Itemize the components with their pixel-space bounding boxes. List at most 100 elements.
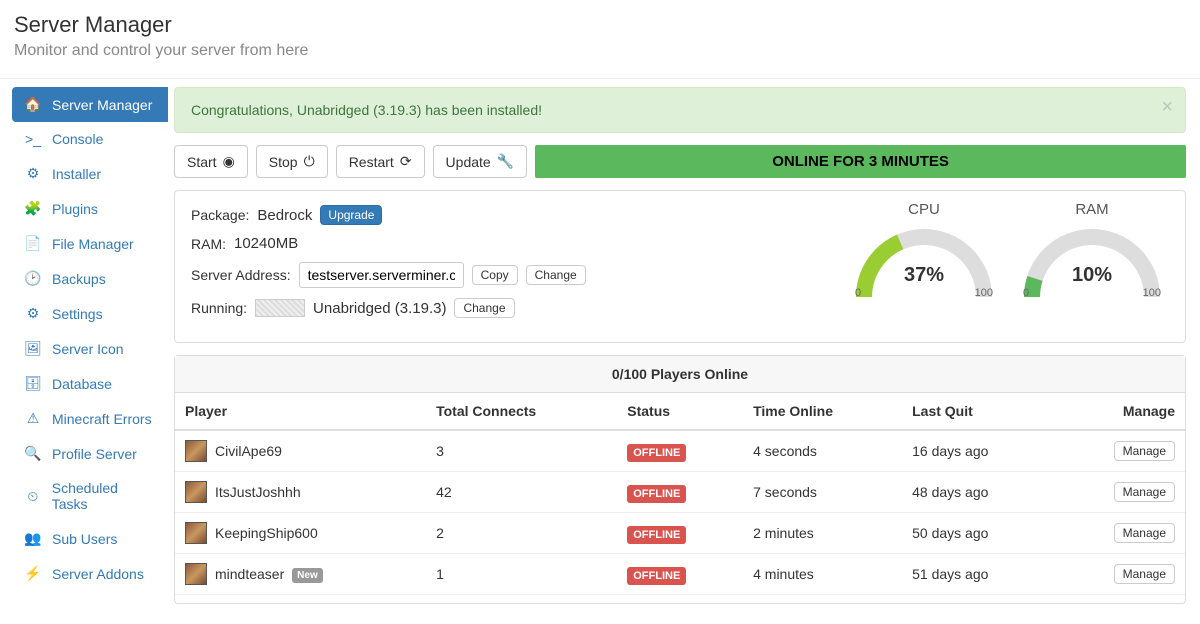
sidebar-item-sub-users[interactable]: 👥 Sub Users [12, 521, 168, 556]
sidebar-item-label: Installer [52, 166, 101, 182]
manage-button[interactable]: Manage [1114, 441, 1175, 461]
sidebar-item-settings[interactable]: ⚙ Settings [12, 296, 168, 331]
change-address-button[interactable]: Change [526, 265, 586, 285]
ram-gauge: RAM 10% 0100 [1017, 201, 1167, 336]
puzzle-icon: 🧩 [24, 200, 42, 217]
manage-button[interactable]: Manage [1114, 482, 1175, 502]
start-button[interactable]: Start ◉ [174, 145, 248, 178]
avatar [185, 563, 207, 585]
connects-cell: 1 [426, 554, 617, 595]
cpu-gauge: CPU 37% 0100 [849, 201, 999, 336]
sidebar-item-plugins[interactable]: 🧩 Plugins [12, 191, 168, 226]
bolt-icon: ⚡ [24, 565, 42, 582]
status-badge: OFFLINE [627, 526, 686, 544]
col-manage: Manage [1055, 393, 1185, 430]
sidebar-item-label: Sub Users [52, 531, 117, 547]
wrench-icon: 🔧 [497, 153, 514, 170]
stop-button[interactable]: Stop ⏻ [256, 145, 328, 178]
sidebar-item-database[interactable]: 🗄 Database [12, 366, 168, 401]
sidebar-item-label: Server Manager [52, 97, 152, 113]
sidebar-item-minecraft-errors[interactable]: ⚠Minecraft Errors [12, 401, 168, 436]
image-icon: 🖼 [24, 340, 42, 357]
close-icon[interactable]: × [1161, 96, 1173, 119]
address-input[interactable] [299, 262, 464, 288]
play-icon: ◉ [223, 153, 235, 170]
sidebar-item-server-manager[interactable]: 🏠Server Manager [12, 87, 168, 122]
sidebar-item-label: Server Addons [52, 566, 144, 582]
player-name: CivilApe69 [215, 443, 282, 459]
running-value: Unabridged (3.19.3) [313, 300, 446, 317]
alert-text: Congratulations, Unabridged (3.19.3) has… [191, 102, 542, 118]
schedule-icon: ⏲ [24, 488, 42, 505]
sidebar-item-label: Console [52, 131, 103, 147]
sidebar-item-label: Settings [52, 306, 103, 322]
sidebar-item-installer[interactable]: ⚙Installer [12, 156, 168, 191]
players-table-scroll[interactable]: Player Total Connects Status Time Online… [175, 393, 1185, 603]
sidebar-item-server-addons[interactable]: ⚡ Server Addons [12, 556, 168, 591]
players-panel: 0/100 Players Online Player Total Connec… [174, 355, 1186, 604]
sidebar-item-server-icon[interactable]: 🖼 Server Icon [12, 331, 168, 366]
col-status: Status [617, 393, 743, 430]
status-badge: OFFLINE [627, 444, 686, 462]
table-row: ItsJustJoshhh42OFFLINE7 seconds48 days a… [175, 472, 1185, 513]
power-icon: ⏻ [304, 153, 315, 170]
running-label: Running: [191, 300, 247, 316]
refresh-icon: ⟳ [400, 153, 412, 170]
copy-button[interactable]: Copy [472, 265, 518, 285]
sidebar-item-scheduled-tasks[interactable]: ⏲Scheduled Tasks [12, 471, 168, 521]
package-label: Package: [191, 207, 249, 223]
terminal-icon: >_ [24, 131, 42, 147]
package-value: Bedrock [257, 207, 312, 224]
address-label: Server Address: [191, 267, 291, 283]
db-icon: 🗄 [24, 375, 42, 392]
player-name: mindteaser [215, 566, 284, 582]
sidebar-item-label: Backups [52, 271, 106, 287]
manage-button[interactable]: Manage [1114, 523, 1175, 543]
manage-button[interactable]: Manage [1114, 564, 1175, 584]
sidebar-item-label: File Manager [52, 236, 134, 252]
sidebar-item-label: Database [52, 376, 112, 392]
players-header: 0/100 Players Online [175, 356, 1185, 393]
upgrade-button[interactable]: Upgrade [320, 205, 382, 225]
running-thumbnail [255, 299, 305, 317]
sidebar-item-backups[interactable]: 🕑 Backups [12, 261, 168, 296]
sidebar-item-file-manager[interactable]: 📄 File Manager [12, 226, 168, 261]
clock-icon: 🕑 [24, 270, 42, 287]
table-row [175, 595, 1185, 604]
sidebar-item-profile-server[interactable]: 🔍Profile Server [12, 436, 168, 471]
table-row: mindteaser New1OFFLINE4 minutes51 days a… [175, 554, 1185, 595]
avatar [185, 481, 207, 503]
warn-icon: ⚠ [24, 410, 42, 427]
users-icon: 👥 [24, 530, 42, 547]
last-cell: 16 days ago [902, 430, 1055, 472]
connects-cell: 2 [426, 513, 617, 554]
online-status-bar: ONLINE FOR 3 MINUTES [535, 145, 1186, 178]
server-info-panel: Package: Bedrock Upgrade RAM: 10240MB Se… [174, 190, 1186, 343]
sidebar-item-label: Server Icon [52, 341, 124, 357]
sidebar-item-label: Profile Server [52, 446, 137, 462]
gauges: CPU 37% 0100 RAM 1 [831, 191, 1185, 342]
table-row: CivilApe693OFFLINE4 seconds16 days agoMa… [175, 430, 1185, 472]
sidebar-item-console[interactable]: >_ Console [12, 122, 168, 156]
update-button[interactable]: Update 🔧 [433, 145, 528, 178]
col-time: Time Online [743, 393, 902, 430]
server-toolbar: Start ◉ Stop ⏻ Restart ⟳ Update 🔧 ONLINE… [174, 145, 1186, 178]
new-badge: New [292, 568, 323, 583]
gear-icon: ⚙ [24, 305, 42, 322]
last-cell: 51 days ago [902, 554, 1055, 595]
time-cell: 7 seconds [743, 472, 902, 513]
main-content: Congratulations, Unabridged (3.19.3) has… [168, 79, 1200, 624]
sidebar-item-label: Plugins [52, 201, 98, 217]
restart-button[interactable]: Restart ⟳ [336, 145, 425, 178]
col-connects: Total Connects [426, 393, 617, 430]
col-last: Last Quit [902, 393, 1055, 430]
change-running-button[interactable]: Change [454, 298, 514, 318]
ram-label: RAM: [191, 236, 226, 252]
sidebar: 🏠Server Manager>_Console⚙Installer🧩Plugi… [0, 79, 168, 624]
connects-cell: 3 [426, 430, 617, 472]
page-subtitle: Monitor and control your server from her… [14, 42, 1186, 60]
status-badge: OFFLINE [627, 485, 686, 503]
page-title: Server Manager [14, 12, 1186, 38]
players-table: Player Total Connects Status Time Online… [175, 393, 1185, 603]
file-icon: 📄 [24, 235, 42, 252]
